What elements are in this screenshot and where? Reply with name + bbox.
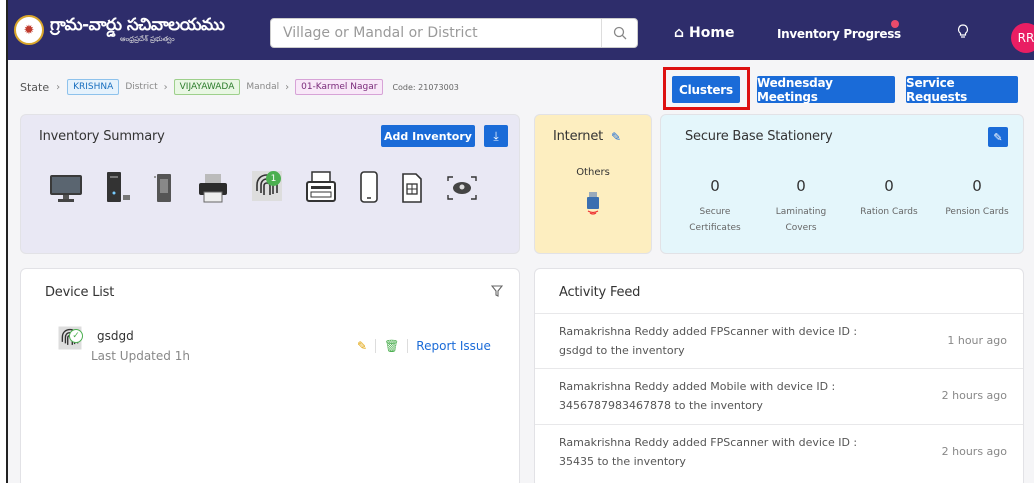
edit-icon[interactable]: ✎: [611, 130, 621, 144]
logo-subtitle: ఆంధ్రప్రదేశ్ ప్రభుత్వం: [120, 35, 175, 43]
service-requests-button[interactable]: Service Requests: [906, 76, 1018, 104]
top-navbar: ✹ గ్రామ-వార్డు సచివాలయము ఆంధ్రప్రదేశ్ ప్…: [8, 0, 1034, 60]
chevron-right-icon: ›: [163, 81, 168, 93]
internet-card: Internet ✎ Others: [534, 114, 652, 254]
district-chip[interactable]: VIJAYAWADA: [173, 79, 241, 95]
mandal-chip[interactable]: 01-Karmel Nagar: [295, 79, 384, 95]
add-inventory-button[interactable]: Add Inventory: [381, 125, 475, 147]
printer-icon[interactable]: [197, 169, 229, 203]
search-box: [270, 18, 638, 48]
stat-label: Covers: [785, 223, 817, 234]
fax-machine-icon[interactable]: [305, 169, 337, 203]
app-frame: ✹ గ్రామ-వార్డు సచివాలయము ఆంధ్రప్రదేశ్ ప్…: [6, 0, 1034, 483]
check-icon: ✓: [69, 329, 83, 343]
others-label: Others: [576, 167, 610, 178]
inventory-summary-card: Inventory Summary Add Inventory ⤓ 1: [20, 114, 520, 254]
report-issue-link[interactable]: Report Issue: [416, 339, 491, 353]
stat-value: 0: [884, 177, 894, 195]
home-icon: ⌂: [674, 25, 685, 41]
divider: [407, 339, 409, 353]
breadcrumb: State › KRISHNA District › VIJAYAWADA Ma…: [20, 79, 459, 95]
nav-home[interactable]: ⌂ Home: [674, 25, 734, 41]
bulb-icon[interactable]: [957, 24, 969, 44]
activity-time: 1 hour ago: [947, 334, 1007, 347]
download-icon[interactable]: ⤓: [484, 125, 508, 147]
notification-dot: [891, 20, 899, 28]
activity-text: Ramakrishna Reddy added Mobile with devi…: [559, 380, 836, 412]
edit-icon[interactable]: ✎: [357, 339, 367, 353]
avatar[interactable]: RR: [1011, 23, 1034, 53]
stat-label: Ration Cards: [860, 207, 918, 217]
device-updated: Last Updated 1h: [91, 349, 190, 363]
search-icon[interactable]: [601, 19, 637, 47]
secure-stationery-card: Secure Base Stationery ✎ 0 Secure Certifi…: [660, 114, 1024, 254]
activity-item: Ramakrishna Reddy added FPScanner with d…: [535, 425, 1023, 481]
ups-icon[interactable]: [153, 169, 175, 203]
activity-time: 2 hours ago: [941, 389, 1007, 402]
nav-inventory-progress[interactable]: Inventory Progress: [777, 27, 901, 41]
activity-item: Ramakrishna Reddy added Mobile with devi…: [535, 369, 1023, 425]
stat-secure-certificates: 0 Secure Certificates: [685, 177, 745, 236]
edit-icon[interactable]: ✎: [988, 127, 1008, 147]
search-input[interactable]: [271, 25, 601, 41]
stat-laminating-covers: 0 Laminating Covers: [769, 177, 833, 236]
mobile-icon[interactable]: [359, 169, 379, 203]
internet-title-wrap: Internet ✎: [553, 129, 621, 144]
activity-text: Ramakrishna Reddy added FPScanner with d…: [559, 436, 858, 468]
internet-title: Internet: [553, 129, 604, 144]
breadcrumb-mandal-label: Mandal: [246, 82, 280, 92]
stat-value: 0: [796, 177, 806, 195]
nav-home-label: Home: [689, 25, 735, 41]
device-icons-row: [49, 169, 479, 203]
breadcrumb-state-label: State: [20, 80, 50, 94]
clusters-highlight-box: [663, 67, 750, 110]
stationery-title: Secure Base Stationery: [685, 129, 833, 144]
chevron-right-icon: ›: [56, 81, 61, 93]
activity-text: Ramakrishna Reddy added FPScanner with d…: [559, 325, 858, 357]
device-list-card: Device List ✓ gsdgd Last Updated 1h ✎ 🗑 …: [20, 268, 520, 483]
divider: [375, 339, 377, 353]
inventory-summary-title: Inventory Summary: [39, 129, 165, 144]
mandal-code: Code: 21073003: [392, 82, 459, 92]
stat-value: 0: [972, 177, 982, 195]
usb-dongle-icon[interactable]: [585, 191, 601, 219]
stat-pension-cards: 0 Pension Cards: [939, 177, 1015, 220]
stat-label: Secure: [699, 207, 731, 217]
breadcrumb-district-label: District: [125, 82, 158, 92]
stat-label: Certificates: [689, 223, 741, 234]
emblem-icon: ✹: [14, 15, 44, 45]
activity-feed-card: Activity Feed Ramakrishna Reddy added FP…: [534, 268, 1024, 483]
cpu-tower-icon[interactable]: [105, 169, 131, 203]
device-row-actions: ✎ 🗑 Report Issue: [357, 339, 491, 353]
chevron-right-icon: ›: [285, 81, 290, 93]
device-name[interactable]: gsdgd: [97, 329, 134, 343]
iris-scanner-icon[interactable]: [445, 169, 479, 203]
wednesday-meetings-button[interactable]: Wednesday Meetings: [757, 76, 895, 104]
stat-label: Pension Cards: [945, 207, 1009, 217]
filter-icon[interactable]: [490, 285, 504, 300]
logo-title: గ్రామ-వార్డు సచివాలయము: [50, 15, 225, 35]
stat-ration-cards: 0 Ration Cards: [853, 177, 925, 220]
fingerprint-count-badge: 1: [266, 171, 281, 186]
stat-label: Laminating: [775, 207, 827, 217]
activity-item: Ramakrishna Reddy added FPScanner with d…: [535, 313, 1023, 369]
sim-card-icon[interactable]: [401, 169, 423, 203]
monitor-icon[interactable]: [49, 169, 83, 203]
stat-value: 0: [710, 177, 720, 195]
state-chip[interactable]: KRISHNA: [67, 79, 120, 95]
activity-feed-title: Activity Feed: [559, 285, 641, 300]
activity-time: 2 hours ago: [941, 445, 1007, 458]
device-list-title: Device List: [45, 285, 115, 300]
app-logo[interactable]: ✹ గ్రామ-వార్డు సచివాలయము ఆంధ్రప్రదేశ్ ప్…: [14, 15, 225, 45]
trash-icon[interactable]: 🗑: [384, 339, 399, 353]
